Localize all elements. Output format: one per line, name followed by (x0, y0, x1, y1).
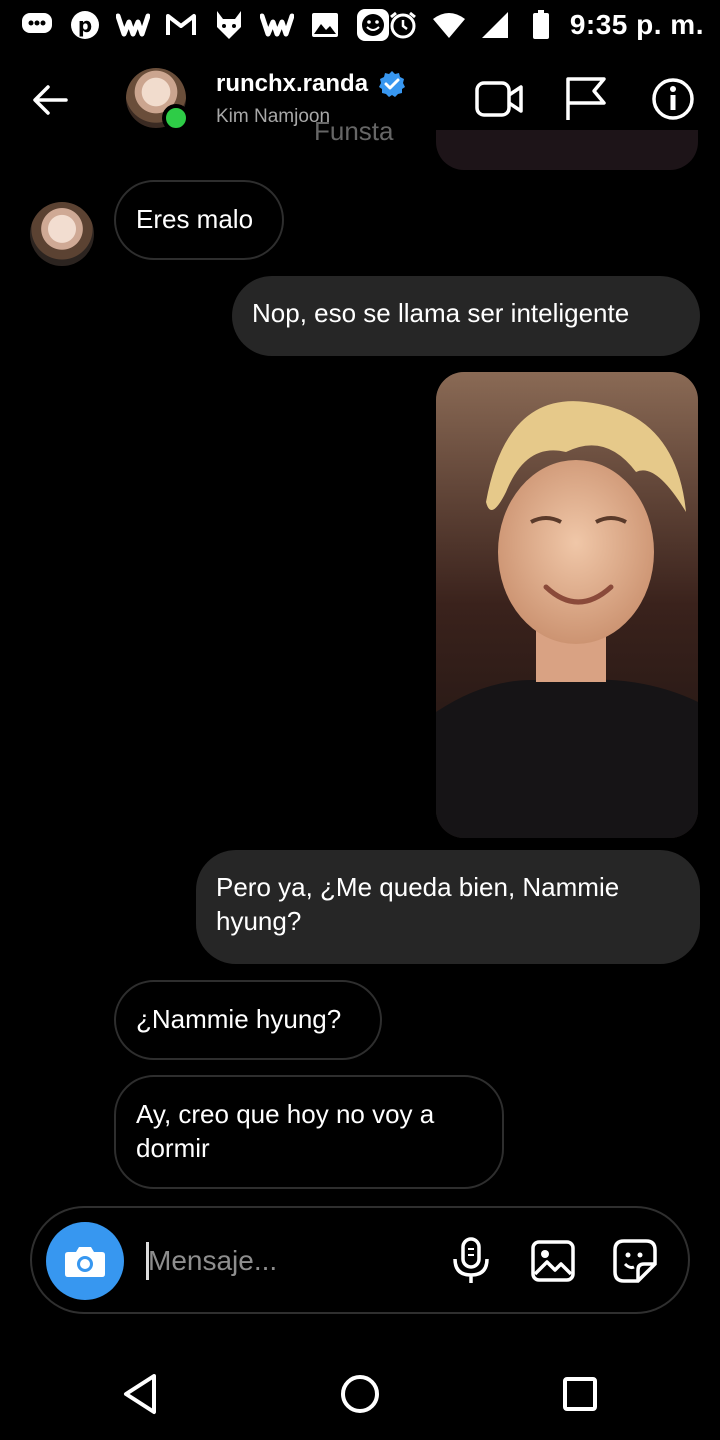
camera-icon (65, 1247, 105, 1277)
incoming-message[interactable]: Ay, creo que hoy no voy a dormir (114, 1075, 504, 1189)
message-composer (30, 1206, 690, 1314)
nav-back-button[interactable] (110, 1364, 170, 1424)
verified-badge-icon (379, 71, 406, 97)
svg-text:p: p (78, 13, 92, 37)
pinterest-icon: p (68, 8, 102, 42)
wifi-icon (432, 8, 466, 42)
wattpad-icon (116, 8, 150, 42)
photo-message[interactable] (436, 372, 698, 838)
report-button[interactable] (558, 72, 612, 126)
system-navigation-bar (0, 1344, 720, 1440)
message-text: Pero ya, ¿Me queda bien, Nammie hyung? (216, 872, 620, 936)
sticker-icon (613, 1239, 657, 1283)
outgoing-message[interactable]: Pero ya, ¿Me queda bien, Nammie hyung? (196, 850, 700, 964)
fox-icon (212, 8, 246, 42)
photo-image (436, 372, 698, 838)
contact-username[interactable]: runchx.randa (216, 70, 406, 98)
incoming-message[interactable]: Eres malo (114, 180, 284, 260)
gmail-icon (164, 8, 198, 42)
chat-header: runchx.randa Kim Namjoon Funsta (0, 60, 720, 146)
alarm-icon (386, 8, 420, 42)
notification-icons: p (20, 8, 390, 42)
message-text: Nop, eso se llama ser inteligente (252, 298, 630, 328)
status-bar: p 9:35 p. m. (0, 0, 720, 50)
arrow-left-icon (33, 85, 68, 115)
nav-recents-button[interactable] (550, 1364, 610, 1424)
microphone-icon (453, 1237, 489, 1283)
chat-bubble-icon (20, 8, 54, 42)
camera-button[interactable] (46, 1222, 124, 1300)
image-icon (308, 8, 342, 42)
sticker-button[interactable] (610, 1236, 660, 1286)
message-text: Ay, creo que hoy no voy a dormir (136, 1099, 435, 1163)
video-camera-icon (475, 81, 523, 117)
triangle-back-icon (124, 1374, 156, 1414)
system-icons: 9:35 p. m. (386, 8, 704, 42)
signal-icon (478, 8, 512, 42)
video-call-button[interactable] (472, 72, 526, 126)
message-text: Eres malo (136, 204, 254, 234)
message-text: ¿Nammie hyung? (136, 1004, 342, 1034)
incoming-message[interactable]: ¿Nammie hyung? (114, 980, 382, 1060)
outgoing-message[interactable]: Nop, eso se llama ser inteligente (232, 276, 700, 356)
info-button[interactable] (646, 72, 700, 126)
sender-avatar[interactable] (30, 202, 94, 266)
gallery-button[interactable] (528, 1236, 578, 1286)
online-status-dot (162, 104, 190, 132)
username-text: runchx.randa (216, 70, 369, 97)
battery-icon (524, 8, 558, 42)
clock-time: 9:35 p. m. (569, 9, 704, 40)
previous-image-message[interactable] (436, 130, 698, 170)
watermark-text: Funsta (314, 116, 394, 146)
message-input[interactable] (148, 1234, 428, 1288)
info-icon (652, 78, 694, 120)
circle-home-icon (341, 1375, 379, 1413)
contact-fullname: Kim Namjoon (216, 106, 331, 127)
square-recents-icon (563, 1377, 597, 1411)
gallery-icon (531, 1240, 575, 1282)
flag-icon (566, 77, 606, 120)
voice-message-button[interactable] (446, 1236, 496, 1286)
nav-home-button[interactable] (330, 1364, 390, 1424)
back-button[interactable] (28, 78, 72, 122)
wattpad-icon (260, 8, 294, 42)
